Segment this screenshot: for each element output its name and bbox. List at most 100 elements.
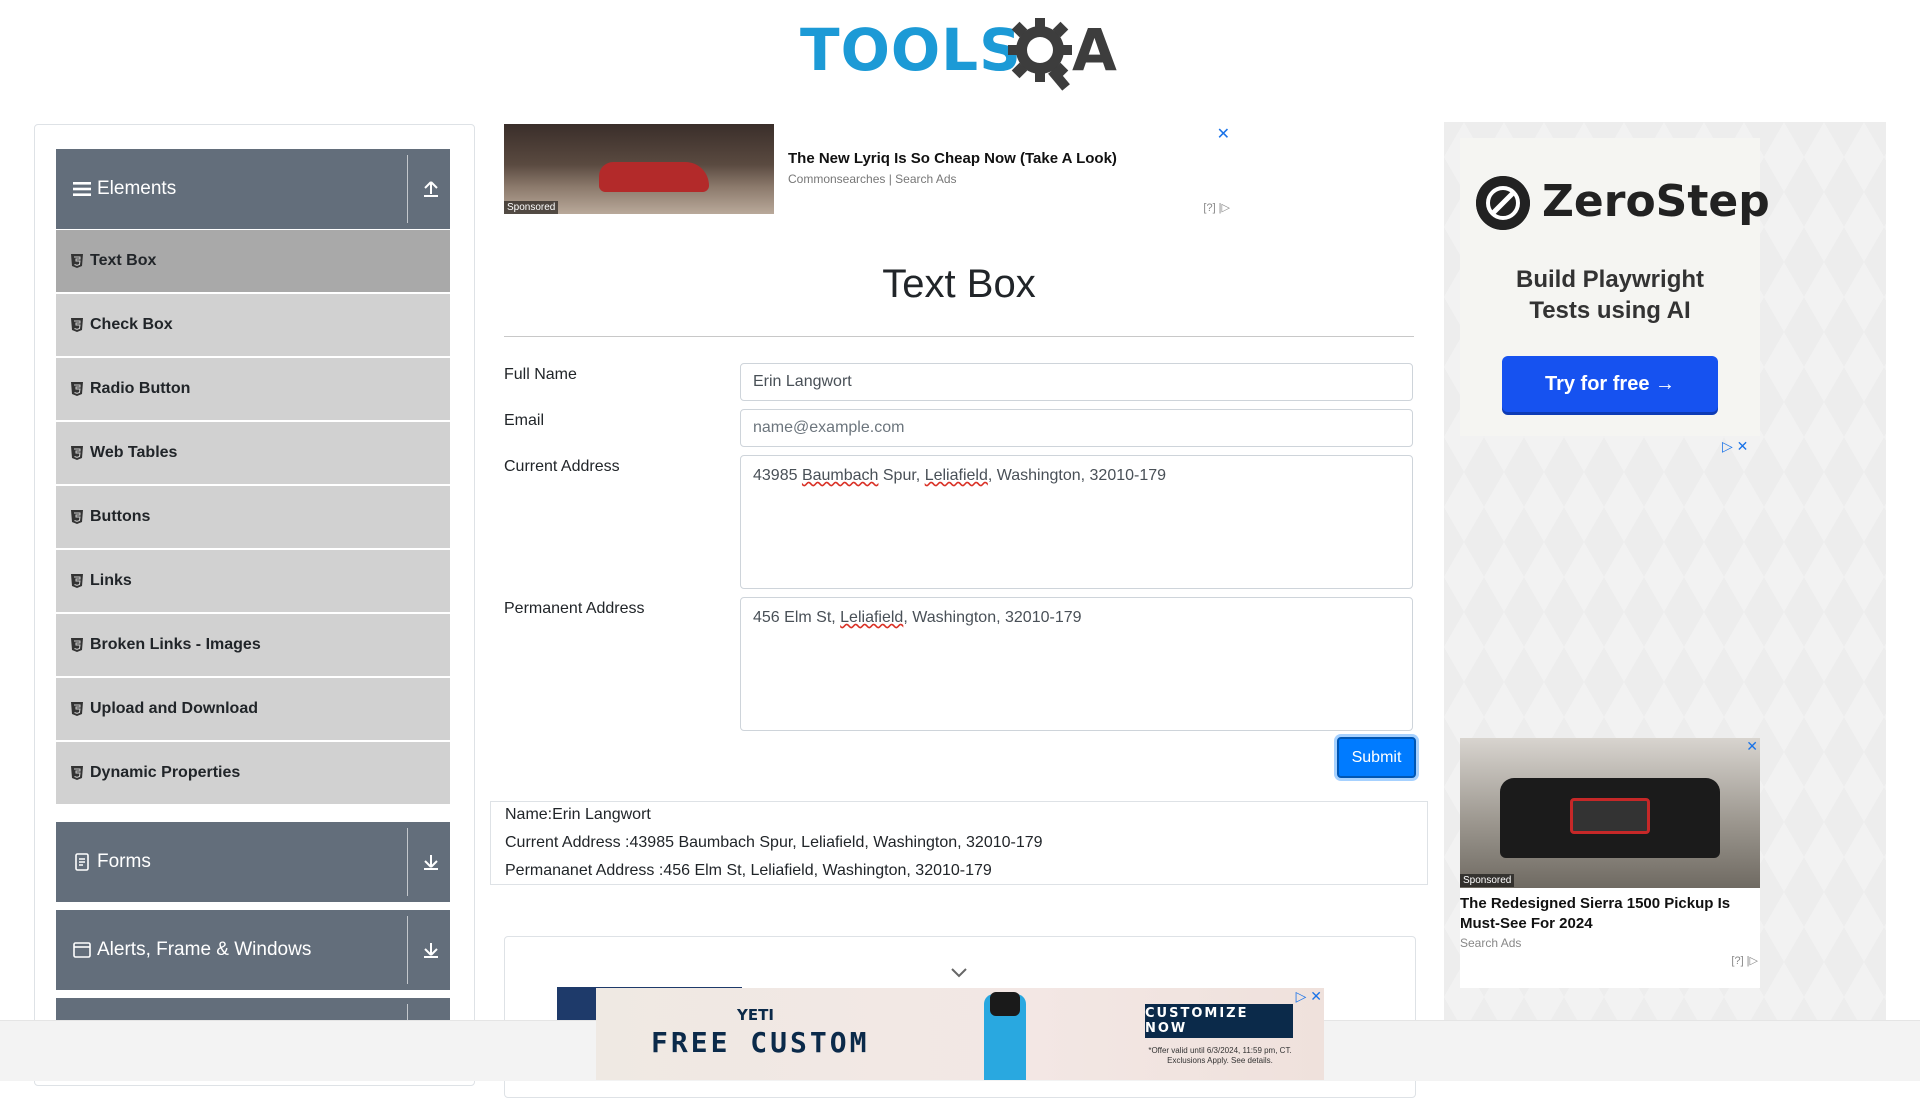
misspelled-word: Leliafield <box>924 467 988 484</box>
ad-image[interactable] <box>1460 738 1760 888</box>
top-banner-ad[interactable]: Sponsored The New Lyriq Is So Cheap Now … <box>504 124 1234 216</box>
try-for-free-button[interactable]: Try for free → <box>1502 356 1718 412</box>
group-header-alerts[interactable]: Alerts, Frame & Windows <box>56 910 450 990</box>
upload-arrow-icon[interactable] <box>420 178 442 200</box>
adchoices-close-icon[interactable]: ▷ ✕ <box>1296 988 1322 1005</box>
sidebar-item-dynamic-properties[interactable]: Dynamic Properties <box>56 742 450 804</box>
bottle-image <box>984 992 1026 1080</box>
divider <box>407 828 408 896</box>
adchoices-icon[interactable]: [?] |▷ <box>1203 201 1230 214</box>
sidebar-item-label: Dynamic Properties <box>90 764 241 781</box>
email-placeholder: name@example.com <box>753 419 905 436</box>
truck-grille <box>1570 798 1650 834</box>
ad-headline[interactable]: The New Lyriq Is So Cheap Now (Take A Lo… <box>788 150 1117 167</box>
sidebar-item-label: Broken Links - Images <box>90 636 261 653</box>
customize-now-button[interactable]: CUSTOMIZE NOW <box>1145 1004 1293 1038</box>
chevron-down-icon[interactable] <box>950 967 968 979</box>
ad-headline[interactable]: The Redesigned Sierra 1500 Pickup Is Mus… <box>1460 894 1760 934</box>
submit-button[interactable]: Submit <box>1337 737 1416 778</box>
divider <box>407 155 408 223</box>
zerostep-ad[interactable]: ZeroStep Build Playwright Tests using AI… <box>1460 138 1770 436</box>
adchoices-icon[interactable]: [?] |▷ <box>1731 954 1758 967</box>
address-text: 43985 <box>753 467 802 484</box>
group-header-forms[interactable]: Forms <box>56 822 450 902</box>
document-icon <box>75 853 89 871</box>
html5-icon <box>71 702 83 716</box>
group-header-elements[interactable]: Elements <box>56 149 450 229</box>
bottom-banner-ad[interactable]: YETI FREE CUSTOM CUSTOMIZE NOW *Offer va… <box>596 988 1324 1080</box>
current-address-label: Current Address <box>504 458 620 475</box>
close-icon[interactable]: ✕ <box>1217 124 1230 144</box>
group-title: Alerts, Frame & Windows <box>97 939 312 960</box>
html5-icon <box>71 766 83 780</box>
adchoices-close-icon[interactable]: ▷ ✕ <box>1722 438 1748 455</box>
zerostep-logo-icon <box>1476 176 1530 230</box>
output-current-address: Current Address :43985 Baumbach Spur, Le… <box>505 834 1043 851</box>
address-text: , Washington, 32010-179 <box>987 467 1167 484</box>
sidebar-item-upload-download[interactable]: Upload and Download <box>56 678 450 740</box>
ad-brand: YETI <box>737 1006 774 1024</box>
download-arrow-icon[interactable] <box>420 851 442 873</box>
download-arrow-icon[interactable] <box>420 939 442 961</box>
sidebar-item-check-box[interactable]: Check Box <box>56 294 450 356</box>
toolsqa-logo[interactable]: TOOLS A <box>800 14 1125 92</box>
tagline-line: Build Playwright <box>1515 266 1704 293</box>
html5-icon <box>71 510 83 524</box>
tagline-line: Tests using AI <box>1529 297 1691 324</box>
sidebar-item-label: Links <box>90 572 132 589</box>
html5-icon <box>71 254 83 268</box>
current-address-textarea[interactable]: 43985 Baumbach Spur, Leliafield, Washing… <box>740 455 1413 589</box>
ad-offer: FREE CUSTOM <box>651 1026 870 1059</box>
misspelled-word: Baumbach <box>801 467 879 484</box>
ad-image[interactable]: Sponsored <box>504 124 774 214</box>
ad-fine-print: *Offer valid until 6/3/2024, 11:59 pm, C… <box>1148 1046 1292 1065</box>
permanent-address-label: Permanent Address <box>504 600 645 617</box>
truck-shape <box>1500 778 1720 858</box>
full-name-label: Full Name <box>504 366 577 383</box>
full-name-value: Erin Langwort <box>753 373 852 390</box>
address-text: 456 Elm St, <box>753 609 841 626</box>
address-text: Spur, <box>878 467 925 484</box>
sidebar-item-label: Upload and Download <box>90 700 258 717</box>
ad-source: Commonsearches | Search Ads <box>788 172 957 186</box>
sponsored-label: Sponsored <box>1460 874 1515 887</box>
group-title: Elements <box>97 178 177 199</box>
truck-ad[interactable]: Sponsored ✕ The Redesigned Sierra 1500 P… <box>1460 738 1760 988</box>
email-input[interactable]: name@example.com <box>740 409 1413 447</box>
zerostep-tagline: Build Playwright Tests using AI <box>1460 264 1760 326</box>
html5-icon <box>71 446 83 460</box>
email-label: Email <box>504 412 545 429</box>
sidebar-item-broken-links[interactable]: Broken Links - Images <box>56 614 450 676</box>
sidebar-item-radio-button[interactable]: Radio Button <box>56 358 450 420</box>
html5-icon <box>71 318 83 332</box>
html5-icon <box>71 382 83 396</box>
full-name-input[interactable]: Erin Langwort <box>740 363 1413 401</box>
left-sidebar: Elements Text Box Check Box Radio Button… <box>34 124 475 1086</box>
sidebar-item-label: Radio Button <box>90 380 191 397</box>
sidebar-item-label: Web Tables <box>90 444 178 461</box>
address-text: , Washington, 32010-179 <box>903 609 1082 626</box>
sidebar-item-label: Check Box <box>90 316 173 333</box>
output-panel: Name:Erin Langwort Current Address :4398… <box>490 801 1428 885</box>
html5-icon <box>71 574 83 588</box>
close-icon[interactable]: ✕ <box>1746 738 1758 755</box>
permanent-address-textarea[interactable]: 456 Elm St, Leliafield, Washington, 3201… <box>740 597 1413 731</box>
divider <box>504 336 1414 337</box>
sidebar-item-label: Buttons <box>90 508 151 525</box>
divider <box>407 916 408 984</box>
output-permanent-address: Permananet Address :456 Elm St, Leliafie… <box>505 862 992 879</box>
logo-text-tools: TOOLS <box>800 16 1022 84</box>
sidebar-item-buttons[interactable]: Buttons <box>56 486 450 548</box>
group-title: Forms <box>97 851 151 872</box>
sidebar-item-text-box[interactable]: Text Box <box>56 230 450 292</box>
logo-text-a: A <box>1072 16 1117 84</box>
sidebar-item-web-tables[interactable]: Web Tables <box>56 422 450 484</box>
sidebar-item-links[interactable]: Links <box>56 550 450 612</box>
sponsored-label: Sponsored <box>504 201 559 214</box>
page-title: Text Box <box>882 262 1036 306</box>
hamburger-icon <box>73 182 91 196</box>
html5-icon <box>71 638 83 652</box>
sidebar-item-label: Text Box <box>90 252 157 269</box>
car-shape <box>599 162 709 192</box>
zerostep-brand: ZeroStep <box>1542 176 1770 227</box>
